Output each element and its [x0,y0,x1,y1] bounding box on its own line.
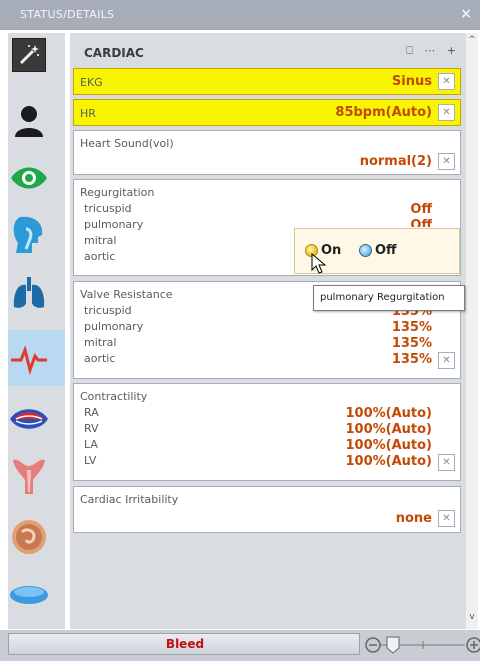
contractility-row[interactable]: Contractility RA 100%(Auto) RV 100%(Auto… [73,383,461,481]
tooltip: pulmonary Regurgitation [313,285,465,311]
regurgitation-pulmonary-value[interactable]: Off [410,218,432,227]
section-header: CARDIAC ⎕ ⋯ + [72,40,466,66]
person-icon[interactable] [8,100,50,142]
heart-sound-reset-button[interactable]: ✕ [438,153,455,170]
heart-sound-value: normal(2) [359,154,432,169]
contractility-lv-label: LV [84,454,97,467]
hr-label: HR [80,107,96,120]
circulation-icon[interactable] [8,398,50,440]
ekg-row[interactable]: EKG Sinus ✕ [73,68,461,95]
header-actions: ⎕ ⋯ + [398,44,456,58]
scroll-up-icon[interactable]: ^ [466,35,478,45]
wand-icon[interactable] [12,38,46,72]
bleed-label: Bleed [165,637,205,651]
cardiac-irritability-row[interactable]: Cardiac Irritability none ✕ [73,486,461,533]
hr-row[interactable]: HR 85bpm(Auto) ✕ [73,99,461,126]
more-icon[interactable]: ⋯ [424,44,435,57]
heart-sound-label: Heart Sound(vol) [80,137,174,150]
regurgitation-tricuspid-value[interactable]: Off [410,202,432,217]
valve-mitral-value[interactable]: 135% [392,336,432,351]
contractility-la-value[interactable]: 100%(Auto) [345,438,432,453]
mouse-cursor-icon [311,253,327,274]
contractility-label: Contractility [80,390,148,403]
heart-sound-row[interactable]: Heart Sound(vol) normal(2) ✕ [73,130,461,175]
bleed-button[interactable]: Bleed [8,633,360,655]
contractility-lv-value[interactable]: 100%(Auto) [345,454,432,469]
valve-pulmonary-value[interactable]: 135% [392,320,432,335]
title-bar: STATUS/DETAILS × [0,0,480,30]
cloud-icon[interactable] [8,573,50,615]
cardiac-irritability-value: none [395,511,432,526]
status-details-window: STATUS/DETAILS × CARDIAC ⎕ ⋯ + EKG Sinus… [0,0,480,661]
off-label[interactable]: Off [375,243,397,258]
heart-rhythm-icon[interactable] [8,337,50,379]
valve-tricuspid-label: tricuspid [84,304,132,317]
eye-icon[interactable] [8,157,50,199]
regurgitation-mitral-label: mitral [84,234,117,247]
regurgitation-aortic-label: aortic [84,250,116,263]
valve-aortic-value[interactable]: 135% [392,352,432,367]
tooltip-text: pulmonary Regurgitation [320,292,445,303]
fetus-icon[interactable] [8,516,50,558]
regurgitation-label: Regurgitation [80,186,155,199]
add-icon[interactable]: + [447,44,456,57]
valve-aortic-label: aortic [84,352,116,365]
off-radio[interactable] [359,244,372,257]
ekg-value: Sinus [391,74,432,89]
lungs-icon[interactable] [8,272,50,314]
regurgitation-pulmonary-label: pulmonary [84,218,144,231]
valve-reset-button[interactable]: ✕ [438,352,455,369]
hr-value: 85bpm(Auto) [335,105,432,120]
cardiac-irritability-reset-button[interactable]: ✕ [438,510,455,527]
window-title: STATUS/DETAILS [20,8,115,21]
hr-reset-button[interactable]: ✕ [438,104,455,121]
cardiac-irritability-label: Cardiac Irritability [80,493,179,506]
zoom-slider[interactable] [363,634,480,656]
section-title: CARDIAC [84,46,144,60]
scroll-down-icon[interactable]: v [466,612,478,622]
uterus-icon[interactable] [8,455,50,497]
close-icon[interactable]: × [460,6,472,22]
respiratory-head-icon[interactable] [8,214,50,256]
contractility-ra-value[interactable]: 100%(Auto) [345,406,432,421]
ekg-label: EKG [80,76,103,89]
valve-mitral-label: mitral [84,336,117,349]
ekg-reset-button[interactable]: ✕ [438,73,455,90]
valve-resistance-label: Valve Resistance [80,288,173,301]
contractility-rv-label: RV [84,422,99,435]
vertical-scrollbar[interactable] [466,33,478,629]
contractility-ra-label: RA [84,406,99,419]
pin-icon[interactable]: ⎕ [406,44,413,57]
contractility-rv-value[interactable]: 100%(Auto) [345,422,432,437]
contractility-reset-button[interactable]: ✕ [438,454,455,471]
valve-pulmonary-label: pulmonary [84,320,144,333]
contractility-la-label: LA [84,438,98,451]
regurgitation-tricuspid-label: tricuspid [84,202,132,215]
